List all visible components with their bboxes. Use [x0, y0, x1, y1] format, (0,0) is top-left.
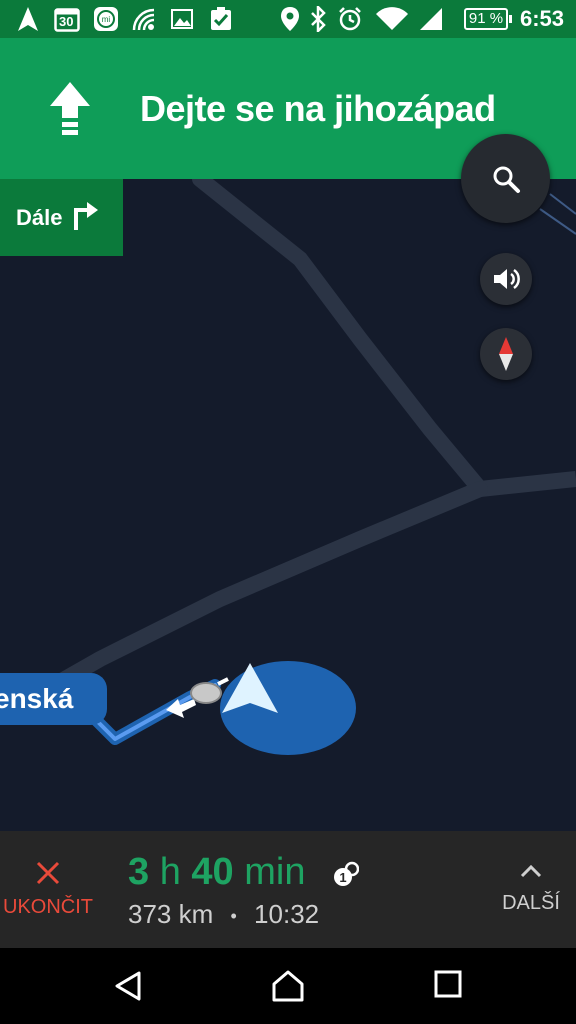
arrival-time: 10:32: [254, 899, 320, 929]
chevron-up-icon: [520, 864, 542, 878]
signal-icon: [418, 6, 444, 32]
image-icon: [170, 6, 194, 32]
volume-icon: [494, 268, 520, 290]
wifi-icon: [375, 6, 409, 32]
eta-minutes-unit: min: [244, 851, 306, 893]
search-icon: [493, 166, 520, 193]
more-button[interactable]: DALŠÍ: [486, 831, 576, 948]
calendar-icon: 30: [54, 6, 80, 32]
trip-panel: UKONČIT 3 h 40 min 1 373 km • 10:32 DALŠ…: [0, 831, 576, 948]
exit-label: UKONČIT: [3, 896, 93, 918]
route-waypoint: [190, 682, 222, 704]
street-name: enská: [0, 683, 74, 714]
sound-button[interactable]: [480, 253, 532, 305]
status-time: 6:53: [519, 6, 564, 31]
eta-duration[interactable]: 3 h 40 min: [128, 851, 305, 894]
close-icon: [36, 861, 60, 885]
straight-arrow-icon: [48, 82, 92, 141]
trip-summary: 373 km • 10:32: [128, 899, 319, 930]
eta-hours-unit: h: [159, 851, 181, 893]
eta-hours: 3: [128, 851, 150, 893]
system-navigation-bar: [0, 948, 576, 1024]
mi-icon: mi: [93, 6, 119, 32]
compass-button[interactable]: [480, 328, 532, 380]
trip-separator: •: [230, 905, 237, 926]
exit-navigation-button[interactable]: UKONČIT: [0, 831, 96, 948]
search-button[interactable]: [461, 134, 550, 223]
navigation-icon: [16, 6, 40, 32]
home-icon[interactable]: [271, 970, 305, 1007]
battery-icon: 91 %: [464, 8, 512, 30]
compass-icon: [499, 337, 513, 371]
more-label: DALŠÍ: [502, 892, 560, 914]
eta-minutes: 40: [191, 851, 234, 893]
battery-level: 91 %: [468, 10, 504, 27]
bluetooth-icon: [308, 6, 328, 32]
nfc-icon: [130, 6, 158, 32]
alarm-icon: [337, 6, 363, 32]
svg-text:mi: mi: [102, 15, 111, 24]
turn-instruction-text: Dejte se na jihozápad: [140, 88, 496, 129]
traffic-incident-icon[interactable]: 1: [333, 861, 360, 892]
clipboard-check-icon: [208, 6, 234, 32]
trip-distance: 373 km: [128, 899, 214, 929]
traffic-badge-count: 1: [339, 870, 346, 885]
location-icon: [280, 6, 300, 32]
back-icon[interactable]: [113, 970, 143, 1007]
location-arrow-icon: [222, 663, 278, 713]
status-bar: 30 mi 91 % 6:53: [0, 0, 576, 38]
current-location-marker: [220, 661, 356, 755]
street-label: enská: [0, 673, 107, 725]
calendar-date: 30: [59, 14, 74, 29]
recents-icon[interactable]: [434, 970, 462, 1003]
